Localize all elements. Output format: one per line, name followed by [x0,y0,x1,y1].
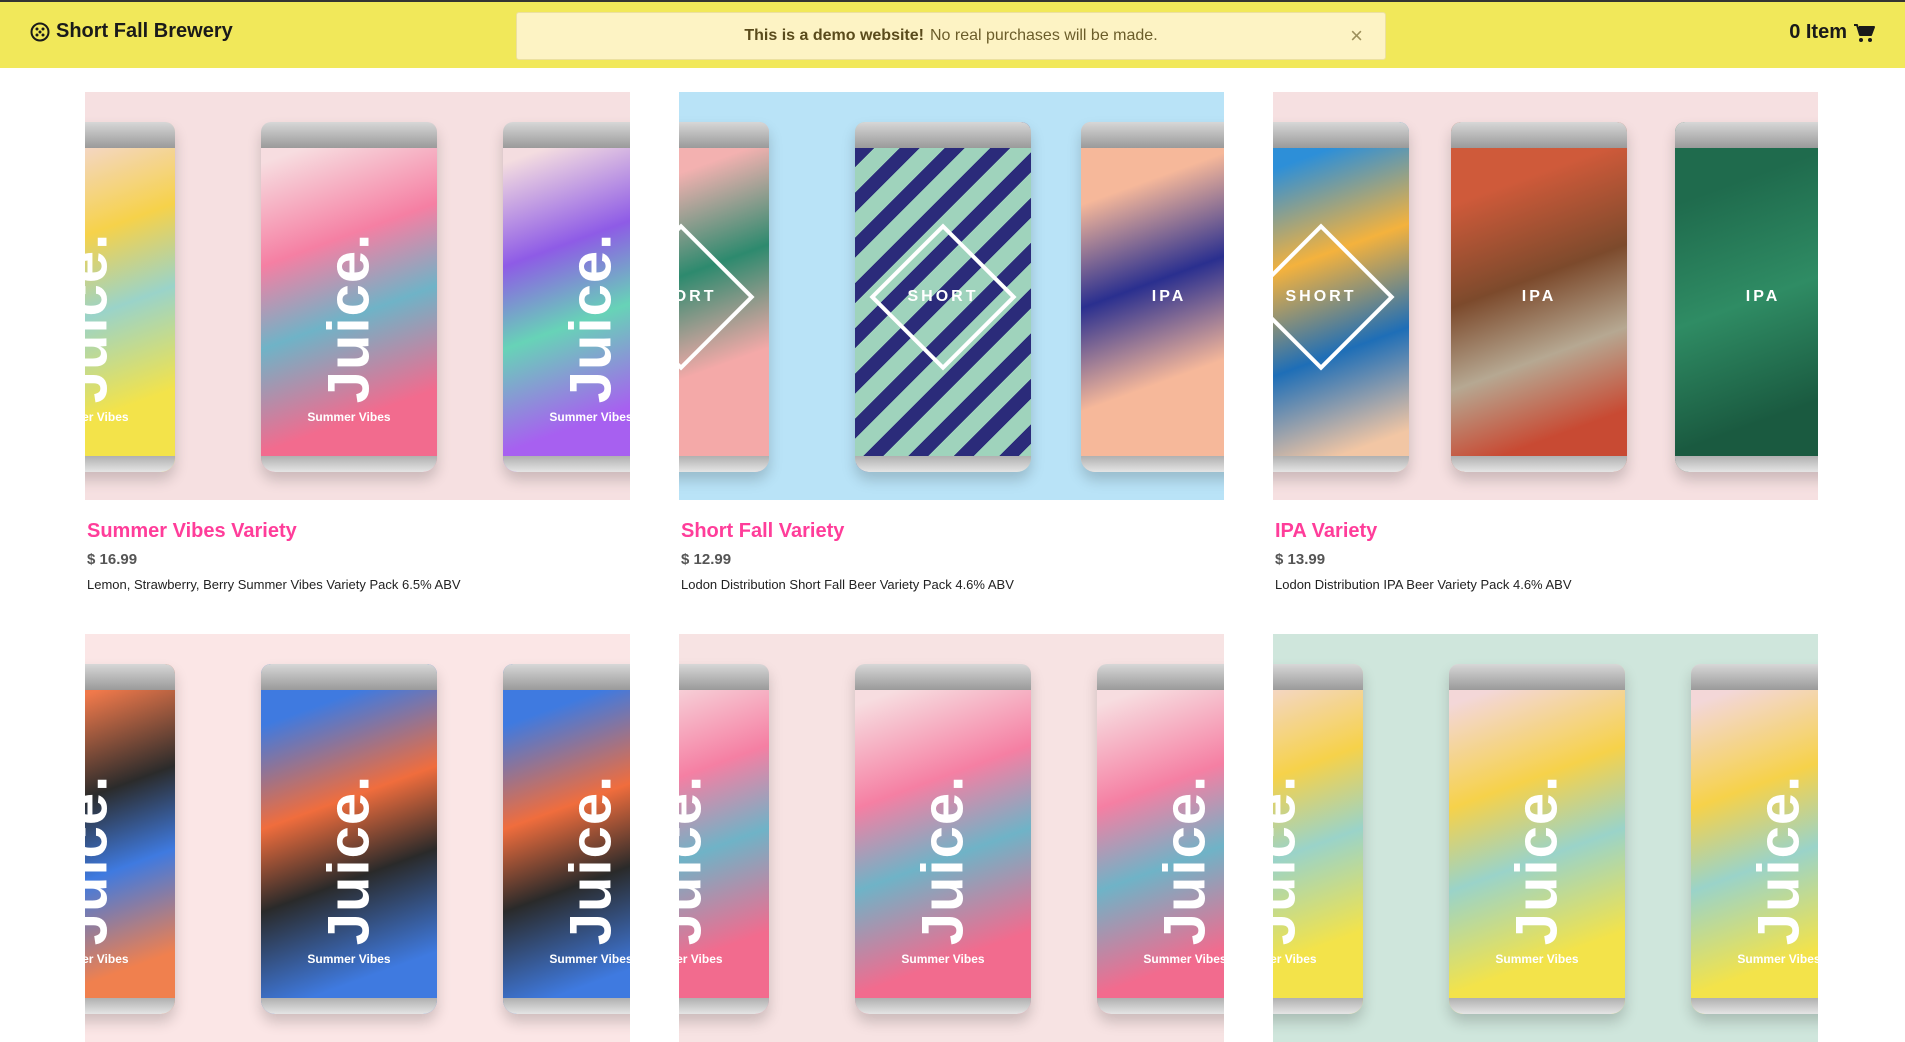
product-name[interactable]: Summer Vibes Variety [87,520,630,543]
can: Juice.Summer Vibes [261,122,437,472]
can: IPA [1081,122,1224,472]
beer-logo-icon [30,22,50,41]
cart-button[interactable]: 0 Item [1789,21,1875,44]
can: SHORT [679,122,769,472]
product-price: $ 13.99 [1275,551,1326,568]
product-card[interactable]: SHORT IPA IPA IPA Variety $ 13.99 Lodon … [1273,92,1818,592]
brand-link[interactable]: Short Fall Brewery [30,20,233,43]
notice-text: No real purchases will be made. [929,27,1158,44]
product-card[interactable]: Juice.Summer Vibes Juice.Summer Vibes Ju… [679,634,1224,1042]
brand-name: Short Fall Brewery [56,20,233,42]
can: Juice.Summer Vibes [85,664,175,1014]
product-image[interactable]: Juice.Summer Vibes Juice.Summer Vibes Ju… [85,634,630,1042]
product-image[interactable]: Juice.Summer Vibes Juice.Summer Vibes Ju… [85,92,630,500]
can: Juice.Summer Vibes [855,664,1031,1014]
notice-bold: This is a demo website! [744,27,924,44]
product-image[interactable]: SHORT IPA IPA [1273,92,1818,500]
can: Juice.Summer Vibes [261,664,437,1014]
top-navbar: Short Fall Brewery This is a demo websit… [0,0,1905,68]
can: Juice.Summer Vibes [1273,664,1363,1014]
cart-count: 0 Item [1789,21,1847,43]
product-name[interactable]: IPA Variety [1275,520,1818,543]
close-icon[interactable]: × [1350,25,1363,47]
can: Juice.Summer Vibes [85,122,175,472]
can: Juice.Summer Vibes [679,664,769,1014]
product-description: Lodon Distribution IPA Beer Variety Pack… [1275,577,1572,592]
product-price: $ 16.99 [87,551,138,568]
can: Juice.Summer Vibes [503,122,630,472]
can: SHORT [855,122,1031,472]
can: SHORT [1273,122,1409,472]
product-description: Lodon Distribution Short Fall Beer Varie… [681,577,1014,592]
product-name[interactable]: Short Fall Variety [681,520,1224,543]
product-card[interactable]: Juice.Summer Vibes Juice.Summer Vibes Ju… [85,634,630,1042]
product-image[interactable]: SHORT SHORT IPA [679,92,1224,500]
product-price: $ 12.99 [681,551,732,568]
demo-notice: This is a demo website! No real purchase… [516,12,1386,60]
can: Juice.Summer Vibes [1097,664,1224,1014]
product-card[interactable]: SHORT SHORT IPA Short Fall Variety $ 12.… [679,92,1224,592]
product-image[interactable]: Juice.Summer Vibes Juice.Summer Vibes Ju… [679,634,1224,1042]
product-card[interactable]: Juice.Summer Vibes Juice.Summer Vibes Ju… [1273,634,1818,1042]
can: IPA [1451,122,1627,472]
can: Juice.Summer Vibes [503,664,630,1014]
can: Juice.Summer Vibes [1691,664,1818,1014]
product-description: Lemon, Strawberry, Berry Summer Vibes Va… [87,577,461,592]
shopping-cart-icon [1854,23,1875,42]
can: IPA [1675,122,1818,472]
can: Juice.Summer Vibes [1449,664,1625,1014]
product-image[interactable]: Juice.Summer Vibes Juice.Summer Vibes Ju… [1273,634,1818,1042]
product-card[interactable]: Juice.Summer Vibes Juice.Summer Vibes Ju… [85,92,630,592]
